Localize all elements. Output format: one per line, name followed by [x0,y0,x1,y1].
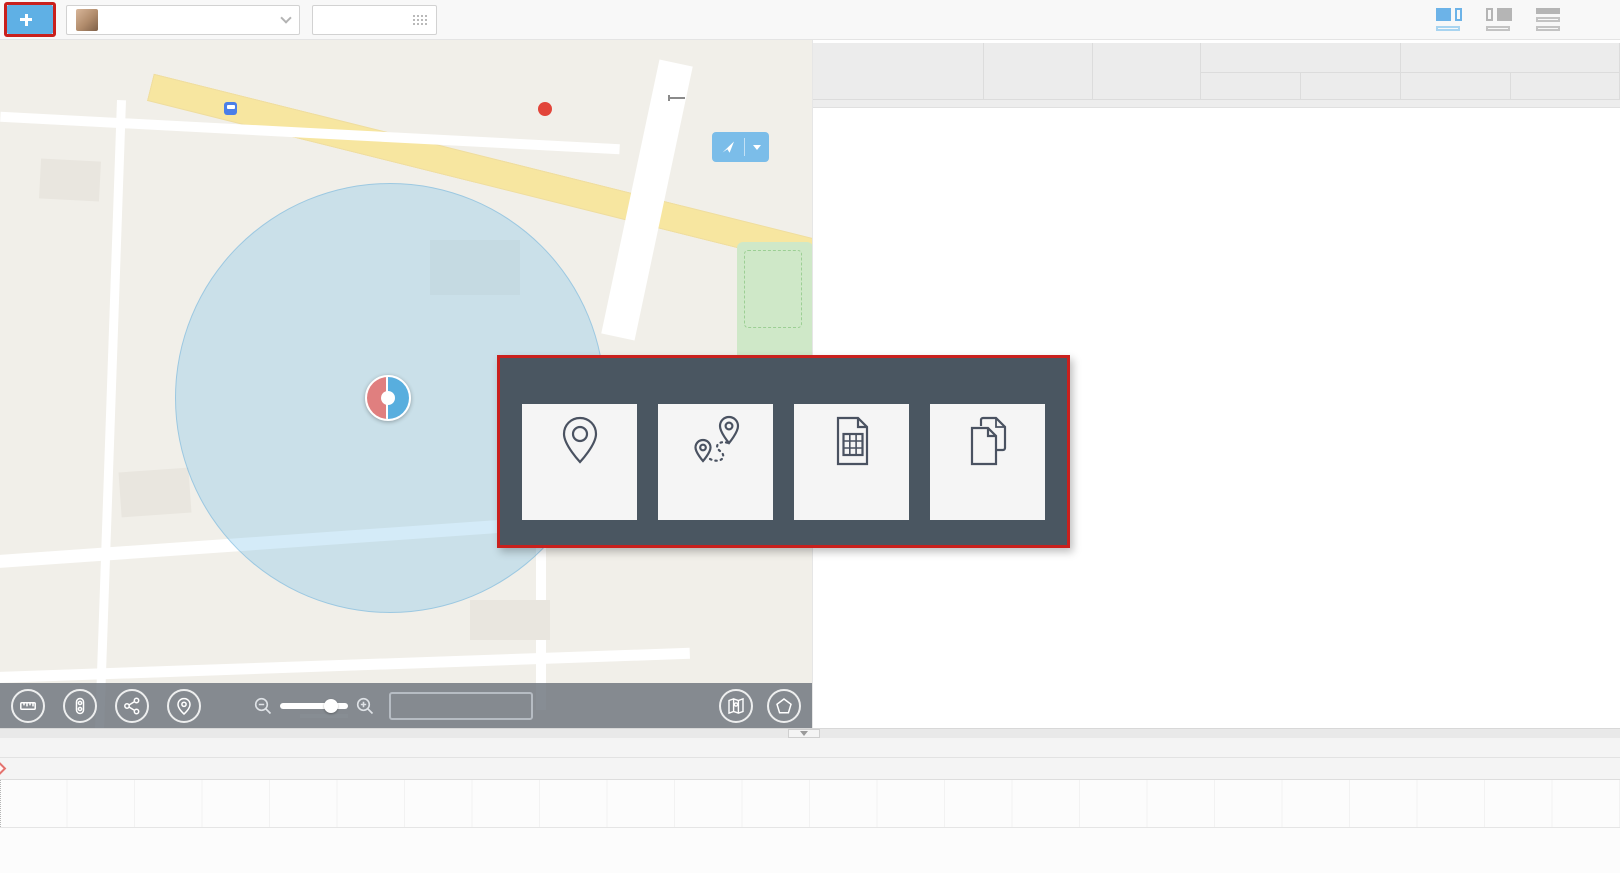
zoom-in-icon[interactable] [355,696,375,716]
bus-stop-icon [224,102,237,115]
measure-button[interactable] [11,689,45,723]
cluster-center [381,391,395,405]
header-name[interactable] [984,43,1093,100]
scale-imperial [670,99,685,101]
triangle-down-icon [800,731,808,736]
executor-group-row[interactable] [813,100,1620,108]
zoom-slider[interactable] [280,703,348,709]
calendar-icon [412,14,427,26]
top-toolbar [0,0,1620,40]
header-plan-to[interactable] [1301,73,1401,100]
table-header [813,43,1620,100]
executor-dropdown[interactable] [66,5,300,35]
map-scale [668,95,685,101]
plus-icon [20,14,32,26]
option-import-excel[interactable] [794,404,909,520]
map-toolbar-right [705,689,801,723]
view-mode-table-map[interactable] [1486,8,1512,31]
view-mode-map-table[interactable] [1436,8,1462,31]
option-import-text[interactable] [930,404,1045,520]
zoom-slider-thumb[interactable] [324,699,338,713]
header-plan-from[interactable] [1201,73,1301,100]
header-address[interactable] [1093,43,1201,100]
timeline-panel [0,728,1620,873]
map-toolbar [0,683,812,728]
address-input[interactable] [398,698,524,713]
option-single-task[interactable] [522,404,637,520]
geozones-button[interactable] [719,689,753,723]
address-search-box [389,692,533,720]
header-fact-duration[interactable] [1511,73,1620,100]
route-share-button[interactable] [115,689,149,723]
table-body [813,100,1620,108]
nav-separator [744,138,745,156]
road-side-1 [95,100,126,728]
share-icon [123,697,141,715]
timeline-hours [0,758,1620,780]
show-pins-button[interactable] [167,689,201,723]
navigation-button[interactable] [712,132,769,162]
ruler-icon [19,697,37,715]
dialog-options [522,404,1045,520]
map-with-pin-icon [727,697,745,715]
zoom-out-icon[interactable] [253,696,273,716]
header-fact [1401,43,1620,73]
metro-icon[interactable] [538,102,552,116]
pentagon-icon [775,697,793,715]
timeline-collapse-handle[interactable] [788,729,820,738]
zoom-control [253,696,375,716]
current-time-marker [0,762,6,775]
traffic-button[interactable] [63,689,97,723]
pin-icon [175,697,193,715]
current-time-line [0,780,1,827]
view-mode-switcher [1436,8,1562,31]
nav-caret-icon [753,145,761,150]
cluster-marker[interactable] [365,375,411,421]
add-button-highlight [4,2,56,37]
app-window [0,0,1620,873]
excel-document-icon [825,414,879,468]
header-plan [1201,43,1401,73]
add-button[interactable] [7,5,53,34]
route-pins-icon [689,414,743,468]
timeline-bars [0,780,1620,828]
header-status[interactable] [833,43,984,100]
park-border [744,250,802,328]
timeline-scrollbar[interactable] [0,728,1620,738]
copy-documents-icon [961,414,1015,468]
add-task-dialog [500,358,1067,545]
date-input[interactable] [312,5,437,35]
navigation-arrow-icon [720,139,736,155]
single-pin-icon [553,414,607,468]
executor-avatar [76,9,98,31]
chevron-down-icon [280,12,291,23]
header-gutter [813,43,834,100]
view-mode-list[interactable] [1536,8,1562,31]
timeline-date [0,738,1620,758]
option-route-task[interactable] [658,404,773,520]
traffic-light-icon [71,697,89,715]
areas-button[interactable] [767,689,801,723]
add-task-dialog-highlight [497,355,1070,548]
header-fact-arrived[interactable] [1401,73,1511,100]
